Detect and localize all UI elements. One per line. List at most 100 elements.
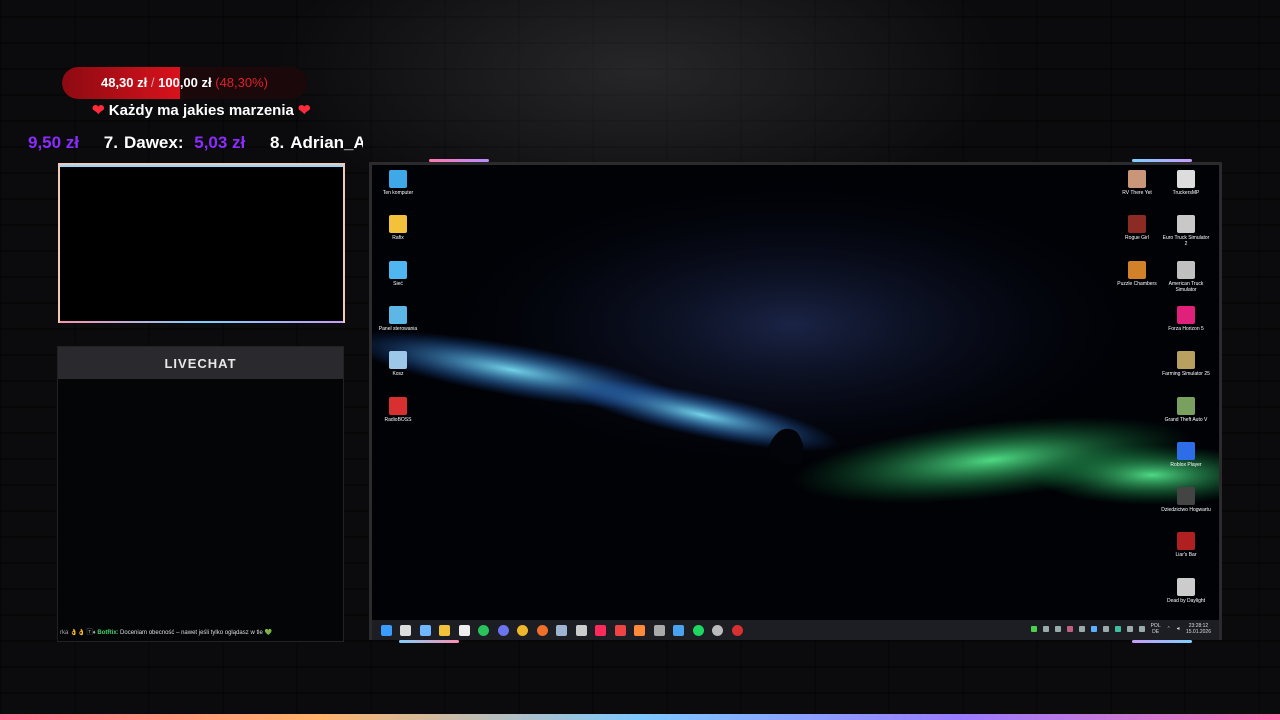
desktop-shortcut[interactable]: RV There Yet [1112,170,1162,196]
roblox-icon [1177,441,1195,460]
desktop-shortcut[interactable]: Panel sterowania [373,305,423,332]
desktop-shortcut[interactable]: American Truck Simulator [1161,260,1211,293]
tray-app-icon[interactable] [1066,626,1073,632]
tray-app-icon[interactable] [1078,626,1085,632]
tray-app-icon[interactable] [1030,626,1037,632]
tray-app-icon[interactable] [1042,626,1049,632]
rogue-girl-icon [1128,215,1146,234]
desktop-shortcut[interactable]: Euro Truck Simulator 2 [1161,215,1211,247]
discord-icon[interactable] [497,624,509,636]
mic-icon[interactable] [1138,626,1145,632]
truckersmp-icon [1177,170,1195,188]
windows-start-icon[interactable] [380,624,392,636]
desktop-shortcut[interactable]: Kosz [373,351,423,377]
desktop[interactable]: Ten komputer Rafix Sieć Panel sterowania Kos… [372,165,1219,620]
heart-icon: ❤ [298,102,311,119]
desktop-shortcut-label: Kosz [392,371,404,378]
camera-icon[interactable] [653,624,665,636]
chat-message: rka 👌👌 🅃♦ BotRix: Doceniam obecność – na… [60,627,272,636]
steam-icon[interactable] [556,624,567,636]
chat-message-text: : Doceniam obecność – nawet jeśli tylko … [116,630,272,636]
desktop-shortcut-label: Dziedzictwo Hogwartu [1161,507,1211,514]
ticker-name: Dawex: [123,133,184,152]
control-panel-icon [389,305,407,324]
search-icon[interactable] [400,624,411,636]
tf-app-icon[interactable] [614,624,626,636]
firefox-icon[interactable] [536,624,548,636]
frame-accent [1132,159,1192,162]
taskbar: POL DE ⌃ 🔊︎ 23:28:12 15.01.2026 [372,620,1219,640]
desktop-shortcut[interactable]: Farming Simulator 25 [1161,351,1211,377]
network-icon [389,260,407,279]
adobe-icon[interactable] [634,624,645,636]
task-view-icon[interactable] [419,624,431,636]
radioboss-icon [389,396,407,415]
obs-icon[interactable] [575,624,587,636]
clock[interactable]: 23:28:12 15.01.2026 [1186,623,1211,635]
desktop-shortcut[interactable]: Dead by Daylight [1161,577,1211,604]
goal-message-text: Każdy ma jakies marzenia [108,102,294,119]
desktop-shortcut[interactable]: RadioBOSS [373,396,423,423]
tray-app-icon[interactable] [1126,626,1133,632]
livechat-panel: LIVECHAT rka 👌👌 🅃♦ BotRix: Doceniam obec… [57,346,344,642]
recycle-bin-icon [389,351,407,370]
american-truck-icon [1177,260,1195,279]
whatsapp-icon[interactable] [478,624,489,636]
goal-target: 100,00 zł [158,75,212,90]
donation-goal-bar: 48,30 zł / 100,00 zł (48,30%) [62,67,307,99]
bottom-gradient-bar [0,714,1280,720]
settings-icon[interactable] [712,624,723,636]
desktop-shortcut-label: Rogue Girl [1125,235,1149,242]
file-explorer-icon[interactable] [439,624,450,636]
desktop-shortcut[interactable]: Roblox Player [1161,441,1211,468]
computer-icon [389,170,407,188]
desktop-shortcut-label: Euro Truck Simulator 2 [1162,235,1210,248]
euro-truck-icon [1177,215,1195,234]
folder-icon [389,215,407,234]
farming-simulator-icon [1177,351,1195,370]
volume-icon[interactable]: 🔊︎ [1177,626,1180,632]
dead-by-daylight-icon [1177,577,1195,596]
desktop-shortcut[interactable]: Forza Horizon 5 [1161,305,1211,332]
desktop-shortcut[interactable]: Rogue Girl [1112,215,1162,241]
goal-text: 48,30 zł / 100,00 zł (48,30%) [62,75,307,90]
liars-bar-icon [1177,532,1195,551]
calendar-icon[interactable] [458,624,470,636]
spotify-icon[interactable] [692,624,704,636]
desktop-shortcut[interactable]: Sieć [373,260,423,287]
desktop-shortcut-label: Farming Simulator 25 [1162,371,1210,378]
frame-accent [399,640,459,643]
tiktok-icon[interactable] [595,624,606,636]
language-indicator[interactable]: POL DE [1151,623,1161,635]
chevron-up-icon[interactable]: ⌃ [1167,626,1171,632]
tray-app-icon[interactable] [1114,626,1121,632]
gta-v-icon [1177,396,1195,415]
tray-app-icon[interactable] [1090,626,1097,632]
frame-accent [1132,640,1192,643]
desktop-shortcut-label: Rafix [392,235,404,242]
desktop-shortcut[interactable]: Rafix [373,215,423,241]
taskbar-apps [372,624,743,636]
desktop-shortcut-label: Liar's Bar [1175,552,1197,559]
desktop-shortcut-label: Dead by Daylight [1166,597,1206,604]
donor-ticker: 9,50 zł 7. Dawex: 5,03 zł 8. Adrian_ASS [28,133,363,157]
goal-separator: / [150,75,155,90]
tray-app-icon[interactable] [1102,626,1109,632]
tray-app-icon[interactable] [1054,626,1061,632]
radioboss-taskbar-icon[interactable] [731,624,743,636]
chrome-icon[interactable] [517,624,528,636]
photos-icon[interactable] [673,624,684,636]
desktop-shortcut-label: American Truck Simulator [1168,280,1204,293]
desktop-shortcut-label: TruckersMP [1172,190,1200,196]
desktop-shortcut[interactable]: TruckersMP [1161,170,1211,196]
ticker-amount: 5,03 zł [194,133,246,152]
desktop-shortcut[interactable]: Puzzle Chambers [1112,260,1162,287]
desktop-shortcut[interactable]: Liar's Bar [1161,532,1211,558]
desktop-shortcut[interactable]: Grand Theft Auto V [1161,396,1211,423]
desktop-shortcut-label: Grand Theft Auto V [1164,416,1208,423]
desktop-capture-frame: Ten komputer Rafix Sieć Panel sterowania Kos… [369,159,1222,643]
desktop-shortcut[interactable]: Ten komputer [373,170,423,196]
heart-icon: ❤ [92,102,105,119]
desktop-shortcut[interactable]: Dziedzictwo Hogwartu [1161,487,1211,513]
desktop-shortcut-label: RadioBOSS [384,416,412,423]
